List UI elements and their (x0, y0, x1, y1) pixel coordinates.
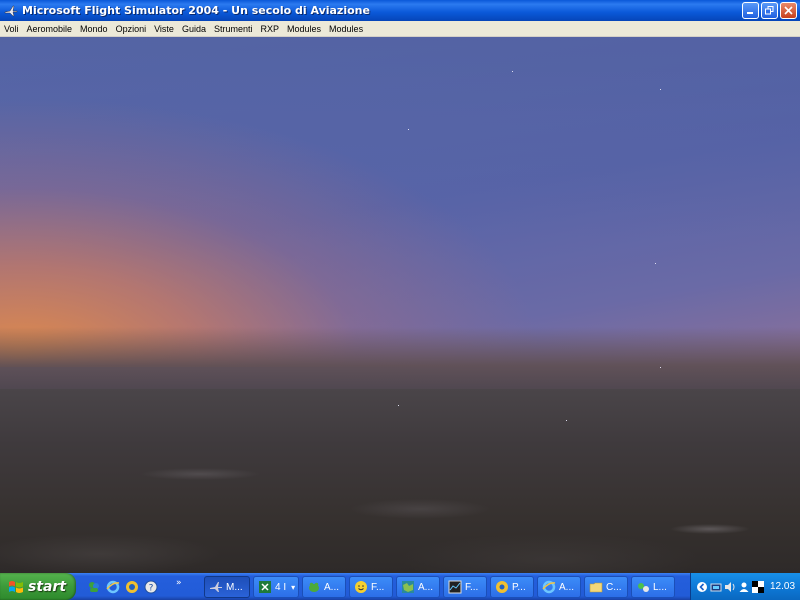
task-f-1[interactable]: F... (349, 576, 393, 598)
task-label: F... (371, 581, 385, 593)
task-label: M... (226, 581, 243, 593)
svg-text:?: ? (149, 583, 154, 593)
media-player-icon[interactable] (124, 579, 140, 595)
task-label: A... (324, 581, 340, 593)
graph-window-icon (448, 580, 462, 594)
task-c[interactable]: C... (584, 576, 628, 598)
folder-icon (589, 580, 603, 594)
title-bar[interactable]: Microsoft Flight Simulator 2004 - Un sec… (0, 0, 800, 21)
taskbar: start ? » M... 4 I ▾ A... F... A... F...… (0, 573, 800, 600)
help-icon[interactable]: ? (143, 579, 159, 595)
star (398, 405, 399, 406)
task-p[interactable]: P... (490, 576, 534, 598)
task-flight-simulator[interactable]: M... (204, 576, 250, 598)
quick-launch-overflow[interactable]: » (176, 578, 182, 588)
flight-simulator-icon[interactable] (4, 4, 18, 18)
system-tray: 12.03 (690, 573, 800, 600)
terrain (0, 389, 800, 573)
network-icon (636, 580, 650, 594)
volume-icon[interactable] (724, 581, 736, 593)
star (566, 420, 567, 421)
task-label: C... (606, 581, 622, 593)
minimize-icon (747, 12, 753, 14)
task-f-2[interactable]: F... (443, 576, 487, 598)
windows-logo-icon (9, 580, 23, 593)
menu-opzioni[interactable]: Opzioni (112, 24, 151, 34)
minimize-button[interactable] (742, 2, 759, 19)
star (660, 89, 661, 90)
menu-guida[interactable]: Guida (178, 24, 210, 34)
flight-simulator-icon (209, 580, 223, 594)
star (655, 263, 656, 264)
task-l[interactable]: L... (631, 576, 675, 598)
task-excel-group[interactable]: 4 I ▾ (253, 576, 299, 598)
frog-icon (307, 580, 321, 594)
menu-modules[interactable]: Modules (283, 24, 325, 34)
messenger-icon[interactable] (86, 579, 102, 595)
quick-launch-bar: ? » (86, 578, 182, 595)
window-title: Microsoft Flight Simulator 2004 - Un sec… (22, 4, 370, 17)
excel-icon (258, 580, 272, 594)
clock[interactable]: 12.03 (770, 581, 795, 592)
smiley-icon (354, 580, 368, 594)
paint-icon (495, 580, 509, 594)
task-a-1[interactable]: A... (302, 576, 346, 598)
star (512, 71, 513, 72)
menu-modules-2[interactable]: Modules (325, 24, 367, 34)
task-label: L... (653, 581, 667, 593)
menu-rxp[interactable]: RXP (257, 24, 284, 34)
chevron-down-icon: ▾ (291, 582, 296, 592)
globe-map-icon (401, 580, 415, 594)
task-label: F... (465, 581, 479, 593)
task-label: P... (512, 581, 526, 593)
simulator-viewport[interactable] (0, 37, 800, 573)
back-arrow-icon[interactable] (696, 581, 708, 593)
network-icon[interactable] (710, 581, 722, 593)
task-label: 4 I (275, 581, 287, 593)
start-button[interactable]: start (0, 573, 76, 600)
star (660, 367, 661, 368)
user-icon[interactable] (738, 581, 750, 593)
menu-bar: Voli Aeromobile Mondo Opzioni Viste Guid… (0, 21, 800, 37)
menu-aeromobile[interactable]: Aeromobile (23, 24, 77, 34)
checker-icon[interactable] (752, 580, 764, 593)
task-label: A... (418, 581, 434, 593)
star (408, 129, 409, 130)
internet-explorer-icon (542, 580, 556, 594)
task-label: A... (559, 581, 575, 593)
menu-viste[interactable]: Viste (150, 24, 178, 34)
internet-explorer-icon[interactable] (105, 579, 121, 595)
task-buttons: M... 4 I ▾ A... F... A... F... P... A...… (204, 576, 675, 598)
task-a-2[interactable]: A... (396, 576, 440, 598)
close-button[interactable] (780, 2, 797, 19)
menu-strumenti[interactable]: Strumenti (210, 24, 257, 34)
start-label: start (28, 578, 67, 595)
menu-voli[interactable]: Voli (0, 24, 23, 34)
menu-mondo[interactable]: Mondo (76, 24, 112, 34)
restore-button[interactable] (761, 2, 778, 19)
sunset-glow (0, 37, 800, 367)
task-a-3[interactable]: A... (537, 576, 581, 598)
restore-icon (765, 6, 774, 15)
close-icon (784, 6, 793, 15)
